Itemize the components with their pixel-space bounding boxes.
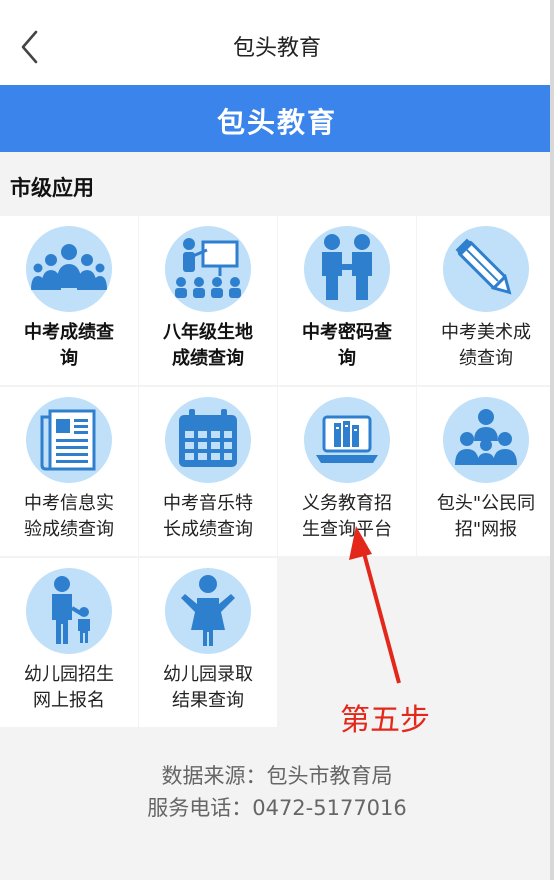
footer-source: 数据来源：包头市教育局: [161, 764, 393, 788]
nav-title: 包头教育: [232, 36, 321, 61]
group-people-icon: [26, 226, 112, 312]
app-label: 八年级生地 成绩查询: [163, 322, 253, 369]
pencil-icon: [443, 226, 529, 312]
app-grid: 中考成绩查询 八年级生地 成绩查询 中考密码查 询 中考美术成 绩查询 中考信息…: [0, 216, 554, 728]
app-label: 幼儿园录取 结果查询: [163, 664, 253, 711]
app-label: 中考音乐特 长成绩查询: [163, 493, 253, 540]
app-zhongkao-music[interactable]: 中考音乐特 长成绩查询: [139, 387, 277, 556]
footer-phone: 服务电话：0472-5177016: [147, 796, 407, 820]
section-title: 市级应用: [10, 176, 94, 200]
nav-bar: 包头教育: [0, 0, 554, 85]
app-zhongkao-art[interactable]: 中考美术成 绩查询: [417, 216, 554, 385]
handshake-icon: [304, 226, 390, 312]
app-zhongkao-score[interactable]: 中考成绩查询: [0, 216, 138, 385]
app-zhongkao-info-exp[interactable]: 中考信息实 验成绩查询: [0, 387, 138, 556]
app-baotou-enrollment[interactable]: 包头"公民同 招"网报: [417, 387, 554, 556]
parent-child-icon: [26, 568, 112, 654]
app-kindergarten-result[interactable]: 幼儿园录取 结果查询: [139, 558, 277, 727]
banner: 包头教育: [0, 85, 554, 152]
calendar-icon: [165, 397, 251, 483]
edge-strip: [550, 0, 554, 880]
newspaper-icon: [26, 397, 112, 483]
app-grade8-score[interactable]: 八年级生地 成绩查询: [139, 216, 277, 385]
app-zhongkao-password[interactable]: 中考密码查询: [278, 216, 416, 385]
laptop-books-icon: [304, 397, 390, 483]
annotation-step-label: 第五步: [340, 703, 430, 738]
family-group-icon: [443, 397, 529, 483]
app-label: 义务教育招 生查询平台: [302, 493, 392, 540]
app-label: 中考美术成 绩查询: [441, 322, 531, 369]
footer: 数据来源：包头市教育局 服务电话：0472-5177016: [0, 760, 554, 824]
app-label: 中考信息实 验成绩查询: [24, 493, 114, 540]
banner-title: 包头教育: [216, 106, 337, 139]
app-compulsory-enrollment[interactable]: 义务教育招 生查询平台: [278, 387, 416, 556]
app-kindergarten-signup[interactable]: 幼儿园招生 网上报名: [0, 558, 138, 727]
child-icon: [165, 568, 251, 654]
teacher-board-icon: [165, 226, 251, 312]
app-label: 包头"公民同 招"网报: [436, 493, 536, 540]
app-label: 幼儿园招生 网上报名: [24, 664, 114, 711]
app-label: 中考密码查询: [302, 322, 392, 369]
app-label: 中考成绩查询: [24, 322, 114, 369]
page: 包头教育 包头教育 市级应用 中考成绩查 询 八年级生地 成绩查询 中考密码查 …: [0, 0, 554, 880]
